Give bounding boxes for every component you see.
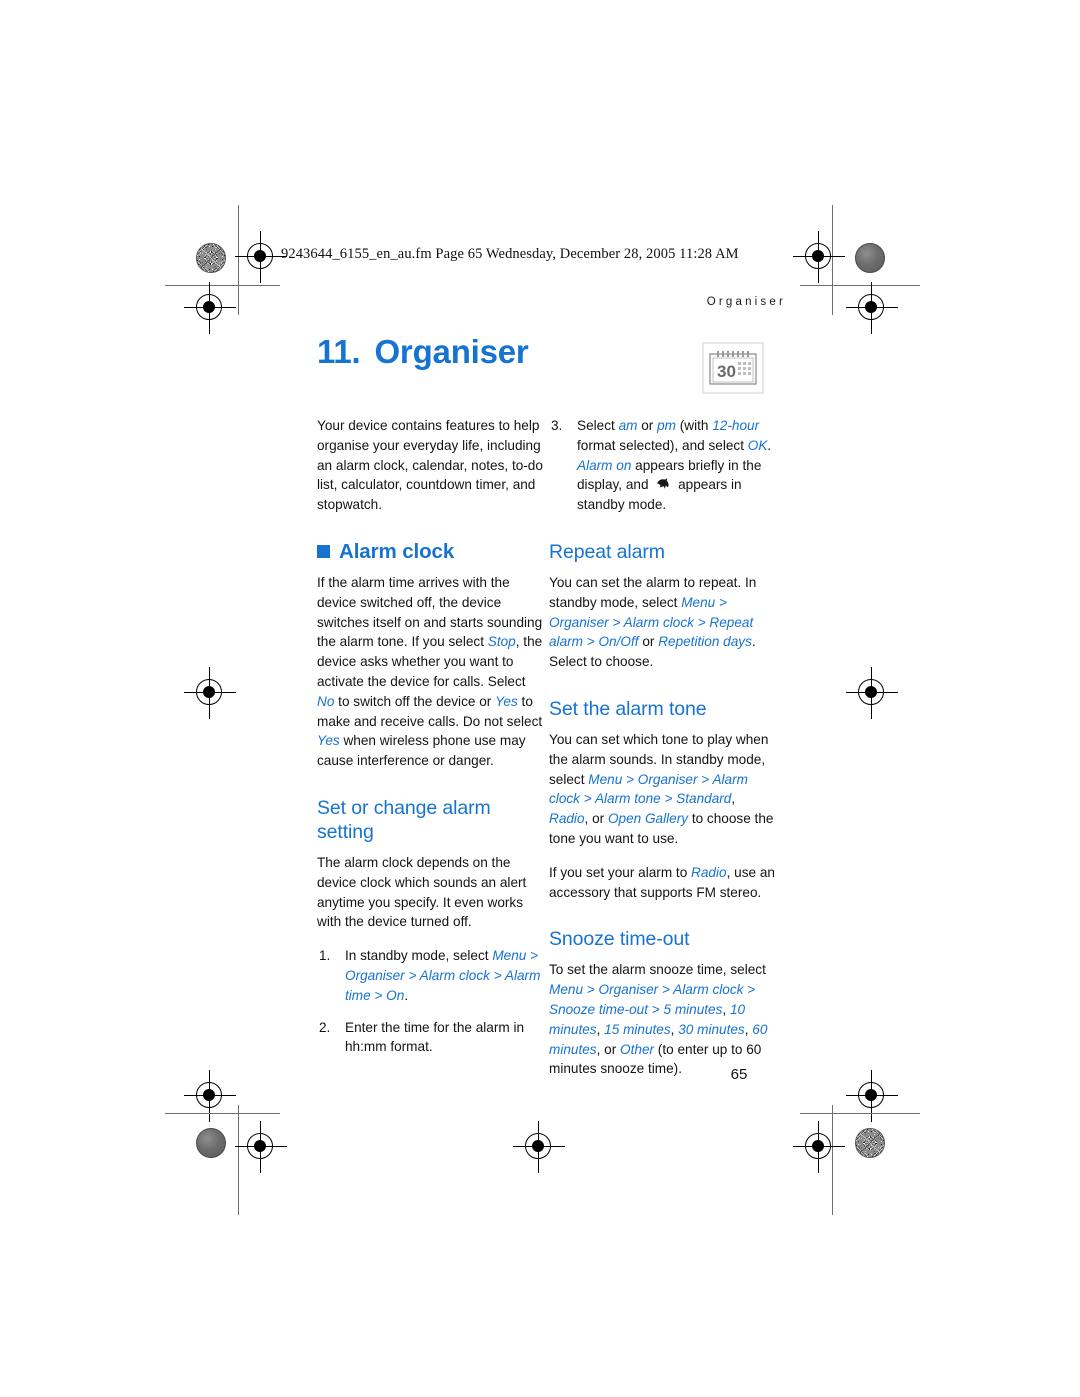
- registration-mark-bottom-left: [235, 1121, 287, 1173]
- right-column: 3. Select am or pm (with 12-hour format s…: [549, 416, 777, 1079]
- trim-line-horizontal-bottom-right: [800, 1113, 920, 1114]
- density-patch-top-right: [855, 243, 885, 273]
- term-am: am: [618, 418, 638, 433]
- registration-mark-top-right: [793, 231, 845, 283]
- repeat-alarm-paragraph: You can set the alarm to repeat. In stan…: [549, 573, 777, 672]
- svg-text:30: 30: [717, 362, 736, 381]
- heading-snooze-time-out: Snooze time-out: [549, 928, 690, 951]
- registration-mark-left-middle: [184, 667, 236, 719]
- trim-line-vertical-left: [238, 205, 239, 315]
- text-frag: to switch off the device or: [334, 693, 496, 709]
- list-item: 3. Select am or pm (with 12-hour format s…: [549, 416, 777, 515]
- registration-mark-right-upper: [846, 282, 898, 334]
- registration-mark-left-upper: [184, 282, 236, 334]
- chapter-number: 11.: [317, 333, 361, 370]
- term-yes: Yes: [495, 693, 518, 709]
- step-number: 1.: [319, 948, 331, 964]
- running-header: Organiser: [706, 296, 786, 308]
- trim-line-vertical-bottom-left: [238, 1105, 239, 1215]
- registration-mark-bottom-center: [513, 1121, 565, 1173]
- alarm-tone-paragraph: You can set which tone to play when the …: [549, 730, 777, 849]
- registration-mark-top-left: [235, 231, 287, 283]
- term-radio: Radio: [691, 864, 727, 880]
- left-column: Your device contains features to help or…: [317, 416, 545, 1057]
- registration-mark-right-lower: [846, 1070, 898, 1122]
- text-frag: Select: [577, 418, 619, 433]
- trim-line-vertical-right: [832, 205, 833, 315]
- snooze-paragraph: To set the alarm snooze time, select Men…: [549, 960, 777, 1079]
- starburst-mark-bottom-right: [855, 1128, 885, 1158]
- alarm-tone-radio-note: If you set your alarm to Radio, use an a…: [549, 863, 777, 903]
- registration-mark-right-middle: [846, 667, 898, 719]
- step-number: 2.: [319, 1019, 331, 1035]
- heading-repeat-alarm: Repeat alarm: [549, 540, 665, 563]
- term-stop: Stop: [487, 634, 516, 650]
- text-frag: ,: [722, 1001, 730, 1017]
- steps-list-left: 1. In standby mode, select Menu > Organis…: [317, 946, 545, 1057]
- heading-set-the-alarm-tone: Set the alarm tone: [549, 697, 707, 720]
- list-item: 1. In standby mode, select Menu > Organis…: [317, 946, 545, 1005]
- intro-paragraph: Your device contains features to help or…: [317, 418, 543, 513]
- filename-header: 9243644_6155_en_au.fm Page 65 Wednesday,…: [281, 246, 739, 262]
- registration-mark-bottom-right: [793, 1121, 845, 1173]
- starburst-mark-top-left: [196, 243, 226, 273]
- option-15-minutes: 15 minutes: [604, 1021, 671, 1037]
- trim-line-horizontal-top-right: [800, 285, 920, 286]
- chapter-title-text: Organiser: [374, 333, 529, 370]
- heading-alarm-clock: Alarm clock: [317, 540, 545, 564]
- trim-line-vertical-bottom-right: [832, 1105, 833, 1215]
- text-frag: or: [637, 418, 658, 433]
- option-other: Other: [620, 1041, 655, 1057]
- step-number: 3.: [551, 418, 563, 433]
- text-frag: .: [404, 987, 409, 1003]
- set-or-change-paragraph: The alarm clock depends on the device cl…: [317, 854, 527, 930]
- text-frag: In standby mode, select: [345, 948, 493, 964]
- text-frag: Enter the time for the alarm in hh:mm fo…: [345, 1019, 525, 1055]
- list-item: 2. Enter the time for the alarm in hh:mm …: [317, 1018, 545, 1058]
- term-no: No: [317, 693, 335, 709]
- trim-line-horizontal-bottom-left: [165, 1113, 280, 1114]
- calendar-icon: 30: [702, 342, 764, 394]
- term-yes-2: Yes: [317, 733, 340, 749]
- term-pm: pm: [657, 418, 676, 433]
- term-radio: Radio: [549, 811, 585, 827]
- text-frag: If you set your alarm to: [549, 864, 692, 880]
- square-bullet-icon: [317, 545, 330, 559]
- term-ok: OK: [747, 437, 768, 453]
- term-12-hour: 12-hour: [712, 418, 760, 433]
- option-30-minutes: 30 minutes: [678, 1021, 745, 1037]
- term-repetition-days: Repetition days: [658, 634, 752, 650]
- alarm-indicator-icon: [655, 477, 671, 491]
- page-title: 11. Organiser: [317, 333, 529, 371]
- text-frag: (with: [675, 418, 713, 433]
- text-frag: .: [767, 437, 772, 453]
- steps-list-right: 3. Select am or pm (with 12-hour format s…: [549, 416, 777, 515]
- text-frag: or: [638, 634, 659, 650]
- text-frag: To set the alarm snooze time, select: [549, 962, 766, 978]
- registration-mark-left-lower: [184, 1070, 236, 1122]
- term-off: Off: [620, 634, 639, 650]
- page-number: 65: [730, 1066, 748, 1083]
- text-frag: ,: [731, 791, 736, 807]
- text-frag: , or: [584, 811, 608, 827]
- text-frag: when wireless phone use may cause interf…: [317, 733, 526, 769]
- text-frag: format selected), and select: [577, 437, 748, 453]
- text-frag: , or: [596, 1041, 621, 1057]
- density-patch-bottom-left: [196, 1128, 226, 1158]
- heading-alarm-clock-label: Alarm clock: [339, 539, 455, 563]
- alarm-clock-paragraph: If the alarm time arrives with the devic…: [317, 573, 545, 771]
- term-alarm-on: Alarm on: [577, 457, 632, 473]
- trim-line-horizontal-top-left: [165, 285, 280, 286]
- term-open-gallery: Open Gallery: [607, 811, 689, 827]
- heading-set-or-change-alarm-setting: Set or change alarm setting: [317, 796, 491, 843]
